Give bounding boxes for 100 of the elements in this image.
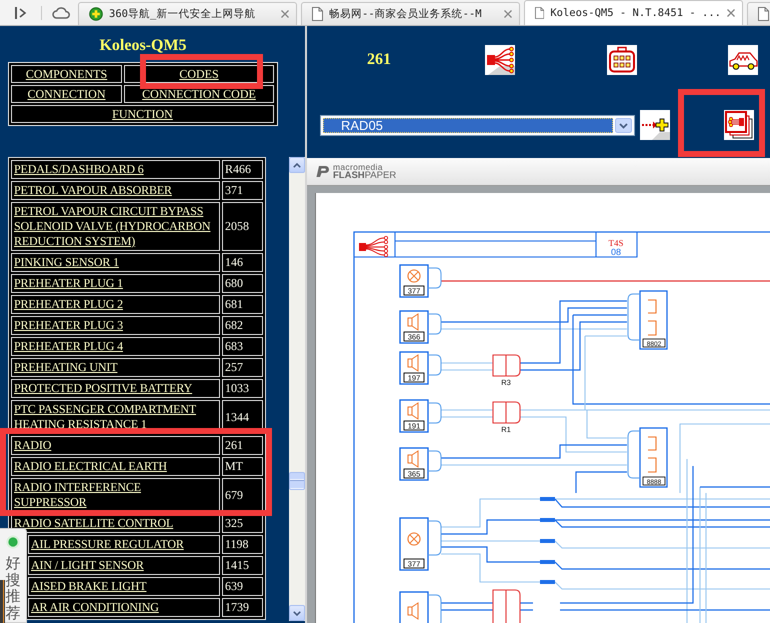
splice-block (540, 497, 555, 501)
side-handle[interactable] (0, 580, 5, 623)
document-icon (312, 7, 323, 21)
vehicle-title: Koleos-QM5 (98, 37, 188, 54)
code-cell: 1198 (222, 535, 263, 554)
code-cell: 1739 (222, 598, 263, 617)
component-link[interactable]: PREHEATER PLUG 4 (11, 337, 220, 356)
cloud-icon[interactable] (52, 6, 70, 19)
pin-bracket (428, 402, 442, 424)
plus-badge-icon (89, 7, 103, 21)
document-icon (758, 7, 769, 21)
component-link[interactable]: AISED BRAKE LIGHT (28, 577, 220, 596)
code-cell: 261 (222, 436, 263, 455)
scrollbar-track[interactable] (289, 157, 305, 621)
splice-block (540, 580, 555, 584)
panel-toggle-icon[interactable] (14, 6, 28, 20)
pin-bracket (628, 430, 640, 478)
logo-subtitle: macromedia (333, 162, 383, 170)
nav-link[interactable]: FUNCTION (11, 105, 274, 123)
code-cell: 639 (222, 577, 263, 596)
close-icon[interactable] (281, 10, 289, 18)
component-link[interactable]: AIN / LIGHT SENSOR (28, 556, 220, 575)
pin-bracket (428, 450, 442, 472)
component-link[interactable]: RADIO (11, 436, 220, 455)
module-box (639, 427, 668, 488)
code-cell: 146 (222, 253, 263, 272)
speaker-icon (408, 354, 418, 372)
code-cell: MT (222, 457, 263, 476)
crossed-circle-icon (407, 269, 421, 283)
speaker-icon (408, 402, 418, 420)
component-link[interactable]: RADIO INTERFERENCE SUPPRESSOR (11, 478, 220, 512)
pin-bracket (428, 314, 442, 334)
speaker-icon (408, 602, 418, 620)
browser-tab[interactable]: 360导航_新一代安全上网导航 (78, 2, 297, 25)
nav-link[interactable]: CODES (124, 65, 274, 83)
speaker-icon (408, 450, 418, 468)
chevron-down-icon (615, 118, 632, 132)
component-link[interactable]: AIL PRESSURE REGULATOR (28, 535, 220, 554)
component-link[interactable]: RADIO ELECTRICAL EARTH (11, 457, 220, 476)
logo-icon (315, 165, 330, 178)
wire (441, 409, 493, 411)
browser-tab[interactable]: Koleos-QM5 - N.T.8451 - ... (524, 0, 743, 25)
document-icon (535, 6, 544, 20)
code-cell: R466 (222, 160, 263, 179)
code-cell: 681 (222, 295, 263, 314)
code-cell: 371 (222, 181, 263, 200)
wire (441, 362, 493, 364)
pin-bracket (428, 594, 442, 623)
code-cell: 1033 (222, 379, 263, 398)
component-code: 261 (367, 50, 391, 70)
diagram-pages-icon[interactable] (724, 110, 754, 140)
code-cell: 682 (222, 316, 263, 335)
pin-bracket (428, 268, 442, 288)
close-icon[interactable] (727, 9, 735, 17)
scroll-up-button[interactable] (289, 157, 305, 173)
speaker-icon (408, 313, 418, 331)
component-link[interactable]: AR AIR CONDITIONING (28, 598, 220, 617)
splice-block (540, 518, 555, 522)
pin-bracket (628, 294, 640, 340)
crossed-circle-icon (407, 532, 421, 546)
side-widget[interactable]: 好搜推荐 (0, 528, 27, 623)
component-link[interactable]: PREHEATER PLUG 2 (11, 295, 220, 314)
component-link[interactable]: PINKING SENSOR 1 (11, 253, 220, 272)
connector-icon[interactable] (607, 45, 637, 75)
nav-link[interactable]: CONNECTION (11, 85, 122, 103)
component-link[interactable]: PETROL VAPOUR CIRCUIT BYPASS SOLENOID VALVE (HYDROCARBON REDUCTION SYSTEM) (11, 202, 220, 251)
connector-block (492, 401, 521, 424)
arrow-plus-icon[interactable] (640, 110, 670, 140)
page-number: 08 (611, 247, 621, 257)
splice-block (540, 560, 555, 564)
wiring-harness-icon (359, 236, 388, 257)
wiring-harness-icon[interactable] (485, 45, 515, 75)
wire (441, 369, 493, 371)
status-dot-icon (6, 535, 20, 549)
code-cell: 680 (222, 274, 263, 293)
close-icon[interactable] (504, 10, 512, 18)
component-link[interactable]: PEDALS/DASHBOARD 6 (11, 160, 220, 179)
scrollbar-thumb[interactable] (289, 472, 305, 490)
connector-block (492, 354, 521, 377)
nav-link[interactable]: COMPONENTS (11, 65, 122, 83)
scroll-down-button[interactable] (289, 605, 305, 621)
pin-bracket (428, 354, 442, 376)
code-cell: 257 (222, 358, 263, 377)
code-cell: 1415 (222, 556, 263, 575)
module-box (639, 290, 668, 350)
splice-block (540, 539, 555, 543)
component-link[interactable]: PROTECTED POSITIVE BATTERY (11, 379, 220, 398)
code-cell: 679 (222, 478, 263, 512)
chevron-up-icon (293, 162, 301, 168)
component-link[interactable]: PETROL VAPOUR ABSORBER (11, 181, 220, 200)
component-link[interactable]: PREHEATER PLUG 1 (11, 274, 220, 293)
widget-label: 好搜推荐 (6, 555, 20, 621)
chevron-down-icon (293, 610, 301, 616)
component-link[interactable]: PREHEATING UNIT (11, 358, 220, 377)
browser-tab[interactable]: 畅易网--商家会员业务系统--M (301, 2, 520, 25)
wire (441, 416, 493, 418)
component-dropdown[interactable]: RAD05 (320, 114, 635, 136)
component-link[interactable]: PREHEATER PLUG 3 (11, 316, 220, 335)
car-icon[interactable] (728, 45, 758, 75)
code-cell: 2058 (222, 202, 263, 251)
